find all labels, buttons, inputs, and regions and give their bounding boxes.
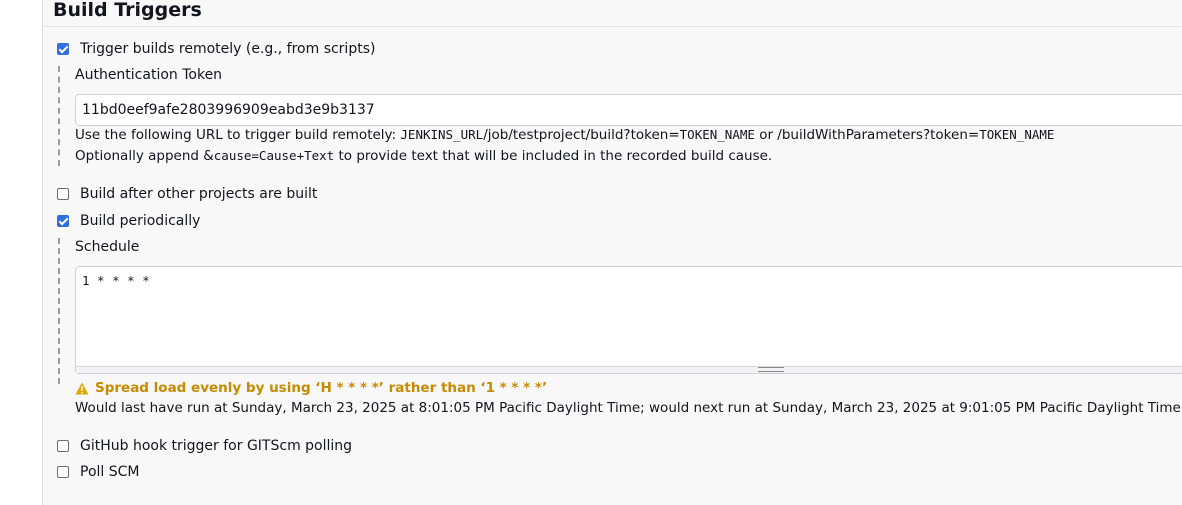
trigger-remote-checkbox[interactable] bbox=[57, 43, 69, 55]
build-periodically-checkbox[interactable] bbox=[57, 215, 69, 227]
section-divider bbox=[43, 26, 1182, 27]
help-code: JENKINS_URL bbox=[400, 127, 484, 142]
trigger-remote-label: Trigger builds remotely (e.g., from scri… bbox=[80, 41, 376, 57]
resize-grip-icon[interactable] bbox=[758, 367, 784, 372]
schedule-info: Would last have run at Sunday, March 23,… bbox=[75, 400, 1182, 416]
poll-scm-checkbox[interactable] bbox=[57, 466, 69, 478]
auth-token-input[interactable]: 11bd0eef9afe2803996909eabd3e9b3137 bbox=[75, 94, 1182, 126]
help-code: cause=Cause+Text bbox=[213, 148, 335, 163]
help-text: Optionally append & bbox=[75, 148, 214, 164]
schedule-label: Schedule bbox=[75, 239, 140, 255]
warning-icon bbox=[75, 382, 89, 394]
help-text: or /buildWithParameters?token= bbox=[754, 127, 980, 143]
schedule-textarea[interactable]: 1 * * * * bbox=[75, 266, 1182, 374]
schedule-value: 1 * * * * bbox=[82, 273, 150, 288]
section-title: Build Triggers bbox=[53, 0, 202, 21]
schedule-warning: Spread load evenly by using ‘H * * * *’ … bbox=[75, 380, 547, 396]
auth-token-label: Authentication Token bbox=[75, 67, 223, 83]
github-hook-option[interactable]: GitHub hook trigger for GITScm polling bbox=[57, 436, 352, 456]
cause-help: Optionally append &cause=Cause+Text to p… bbox=[75, 148, 772, 164]
build-after-option[interactable]: Build after other projects are built bbox=[57, 184, 317, 204]
github-hook-label: GitHub hook trigger for GITScm polling bbox=[80, 438, 353, 454]
build-after-label: Build after other projects are built bbox=[80, 186, 318, 202]
trigger-remote-option[interactable]: Trigger builds remotely (e.g., from scri… bbox=[57, 39, 375, 59]
help-text: Use the following URL to trigger build r… bbox=[75, 127, 401, 143]
build-periodically-option[interactable]: Build periodically bbox=[57, 211, 200, 231]
build-triggers-section: Build Triggers Trigger builds remotely (… bbox=[42, 0, 1182, 505]
help-code: TOKEN_NAME bbox=[979, 127, 1055, 142]
textarea-resize-bar[interactable] bbox=[76, 366, 1182, 373]
build-periodically-nested-guide bbox=[58, 238, 60, 384]
help-text: to provide text that will be included in… bbox=[334, 148, 773, 164]
github-hook-checkbox[interactable] bbox=[57, 440, 69, 452]
warning-text: Spread load evenly by using ‘H * * * *’ … bbox=[95, 380, 548, 396]
help-text: /job/testproject/build?token= bbox=[483, 127, 680, 143]
build-periodically-label: Build periodically bbox=[80, 213, 201, 229]
poll-scm-option[interactable]: Poll SCM bbox=[57, 462, 139, 482]
trigger-remote-nested-guide bbox=[58, 66, 60, 166]
poll-scm-label: Poll SCM bbox=[80, 464, 140, 480]
remote-url-help: Use the following URL to trigger build r… bbox=[75, 127, 1054, 143]
help-code: TOKEN_NAME bbox=[679, 127, 755, 142]
build-after-checkbox[interactable] bbox=[57, 188, 69, 200]
